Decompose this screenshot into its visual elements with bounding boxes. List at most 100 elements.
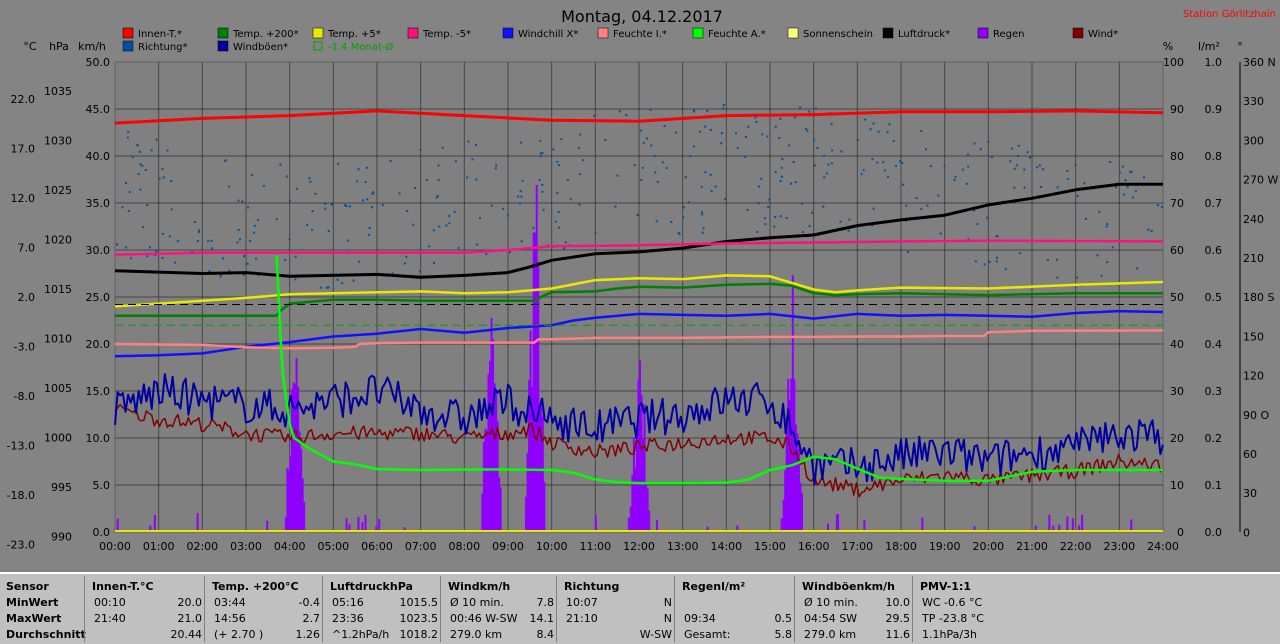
direction-dot <box>929 165 932 168</box>
humidity-axis-tick: 0 <box>1177 526 1184 539</box>
stats-separator <box>794 576 795 642</box>
stats-value-right: 1018.2 <box>399 628 439 641</box>
direction-dot <box>352 279 355 282</box>
direction-dot <box>974 260 977 263</box>
direction-dot <box>467 140 470 143</box>
direction-dot <box>781 157 784 160</box>
pressure-axis-tick: 1005 <box>44 382 72 395</box>
direction-dot <box>872 122 875 125</box>
direction-dot <box>943 164 946 167</box>
direction-dot <box>557 211 560 214</box>
temp-axis-tick: -23.0 <box>7 539 35 552</box>
direction-dot <box>792 160 795 163</box>
time-axis-tick: 03:00 <box>230 540 262 553</box>
direction-dot <box>1041 168 1044 171</box>
direction-dot <box>490 204 493 207</box>
direction-dot <box>319 286 322 289</box>
direction-dot <box>1134 190 1137 193</box>
direction-dot <box>774 125 777 128</box>
direction-dot <box>663 125 666 128</box>
direction-dot <box>799 106 802 109</box>
stats-value-left: 00:46 W-SW <box>450 612 518 625</box>
direction-dot <box>121 206 124 209</box>
humidity-axis-tick: 30 <box>1170 385 1184 398</box>
direction-dot <box>847 229 850 232</box>
direction-dot <box>709 173 712 176</box>
direction-dot <box>327 230 330 233</box>
direction-axis-tick: 180 S <box>1243 291 1274 304</box>
stats-block-title-text: Temp. +200 <box>212 580 286 593</box>
time-axis-tick: 18:00 <box>885 540 917 553</box>
direction-dot <box>862 169 865 172</box>
direction-dot <box>1123 193 1126 196</box>
direction-dot <box>709 128 712 131</box>
stats-row-label-text: Durchschnitt <box>6 628 86 641</box>
direction-dot <box>554 220 557 223</box>
direction-dot <box>594 232 597 235</box>
direction-dot <box>747 125 750 128</box>
direction-dot <box>577 147 580 150</box>
legend-swatch <box>312 27 324 39</box>
direction-dot <box>1009 160 1012 163</box>
stats-block-title: Windkm/h <box>448 580 554 593</box>
stats-value-right: 8.4 <box>536 628 555 641</box>
direction-dot <box>228 185 231 188</box>
humidity-axis-tick: 50 <box>1170 291 1184 304</box>
direction-dot <box>724 198 727 201</box>
direction-dot <box>146 255 149 258</box>
direction-dot <box>324 202 327 205</box>
direction-dot <box>579 173 582 176</box>
direction-dot <box>654 155 657 158</box>
humidity-axis-tick: 80 <box>1170 150 1184 163</box>
stats-value-left: 21:40 <box>94 612 126 625</box>
direction-dot <box>665 167 668 170</box>
stats-value-left: 1.1hPa/3h <box>922 628 978 641</box>
pressure-axis-tick: 1010 <box>44 333 72 346</box>
direction-dot <box>558 226 561 229</box>
stats-value-right: 7.8 <box>536 596 555 609</box>
rain-bar <box>153 514 156 532</box>
direction-dot <box>368 226 371 229</box>
direction-dot <box>779 215 782 218</box>
stats-value-right: 5.8 <box>774 628 793 641</box>
stats-block-title: Innen-T.°C <box>92 580 202 593</box>
stats-block-title: Temp. +200°C <box>212 580 320 593</box>
wind-axis-tick: 5.0 <box>93 479 111 492</box>
direction-dot <box>246 206 249 209</box>
time-axis-tick: 08:00 <box>448 540 480 553</box>
rain-bar <box>835 514 838 532</box>
direction-dot <box>279 163 282 166</box>
direction-dot <box>398 192 401 195</box>
direction-dot <box>508 251 511 254</box>
direction-dot <box>887 175 890 178</box>
rain-bar <box>499 487 502 532</box>
rain-axis-tick: 0.5 <box>1205 291 1223 304</box>
direction-dot <box>285 175 288 178</box>
rain-axis-tick: 0.0 <box>1205 526 1223 539</box>
direction-dot <box>746 208 749 211</box>
stats-value-left: ^1.2hPa/h <box>332 628 390 641</box>
direction-dot <box>614 205 617 208</box>
legend-label: Windböen* <box>233 42 288 53</box>
stats-separator <box>556 576 557 642</box>
direction-dot <box>1084 217 1087 220</box>
direction-dot <box>539 152 542 155</box>
direction-dot <box>324 207 327 210</box>
direction-axis-tick: 90 O <box>1243 409 1269 422</box>
direction-dot <box>973 142 976 145</box>
pressure-axis-tick: 990 <box>51 531 72 544</box>
direction-dot <box>1100 274 1103 277</box>
direction-dot <box>141 164 144 167</box>
direction-dot <box>1023 168 1026 171</box>
rain-axis-tick: 0.7 <box>1205 197 1223 210</box>
direction-dot <box>306 224 309 227</box>
direction-dot <box>224 159 227 162</box>
direction-dot <box>539 139 542 142</box>
stats-block-unit: hPa <box>389 580 413 593</box>
pressure-axis-tick: 1000 <box>44 432 72 445</box>
stats-value-right: 1.26 <box>295 628 321 641</box>
direction-dot <box>345 205 348 208</box>
stats-separator <box>204 576 205 642</box>
direction-dot <box>800 202 803 205</box>
direction-dot <box>961 168 964 171</box>
